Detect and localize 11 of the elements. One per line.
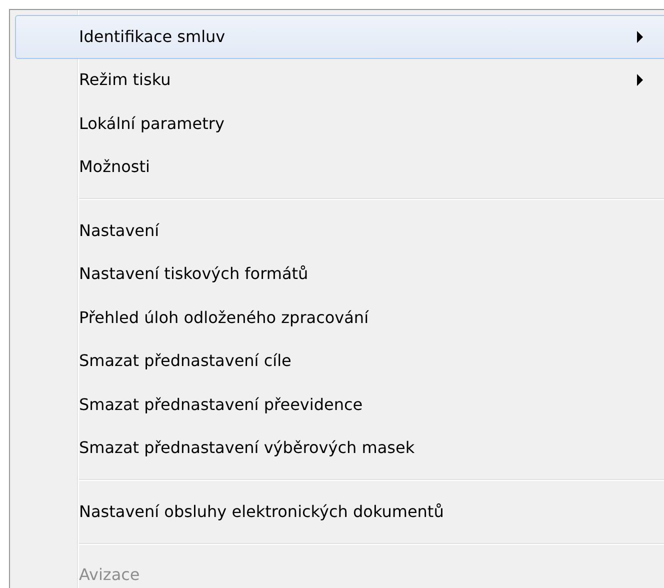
menu-item[interactable]: Smazat přednastavení přeevidence: [15, 383, 664, 426]
menu-item[interactable]: Přehled úloh odloženého zpracování: [15, 296, 664, 340]
menu-item[interactable]: Smazat přednastavení výběrových masek: [15, 426, 664, 470]
menu-item[interactable]: Režim tisku: [15, 58, 664, 102]
menu-item[interactable]: Nastavení: [15, 209, 664, 252]
menu-item[interactable]: Nastavení tiskových formátů: [15, 252, 664, 296]
menu-item[interactable]: Možnosti: [15, 146, 664, 189]
menu-item[interactable]: Lokální parametry: [15, 102, 664, 146]
menu-item[interactable]: Smazat přednastavení cíle: [15, 340, 664, 383]
menu-item[interactable]: Identifikace smluv: [15, 15, 664, 58]
menu-item[interactable]: Nastavení obsluhy elektronických dokumentů: [15, 490, 664, 534]
